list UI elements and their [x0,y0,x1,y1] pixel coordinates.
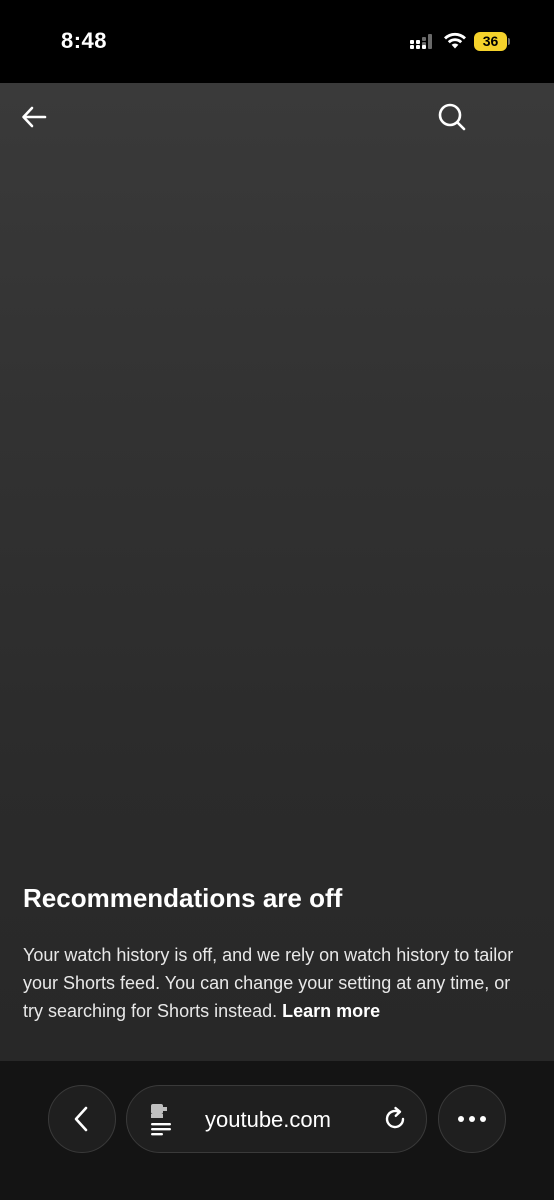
browser-toolbar: youtube.com [0,1061,554,1200]
battery-level: 36 [474,32,507,51]
recommendations-title: Recommendations are off [23,883,343,913]
browser-back-button[interactable] [48,1085,116,1153]
page-info-icon[interactable] [148,1102,174,1136]
address-bar[interactable]: youtube.com [126,1085,427,1153]
search-icon [438,103,466,131]
back-button[interactable] [10,93,58,141]
shorts-viewport: Recommendations are off Your watch histo… [0,83,554,1061]
recommendations-message: Your watch history is off, and we rely o… [23,941,533,1025]
more-icon [458,1116,486,1122]
reload-icon[interactable] [381,1105,409,1133]
status-time: 8:48 [61,28,108,53]
arrow-left-icon [22,106,47,128]
cellular-signal-icon [410,34,436,49]
more-options-button[interactable] [438,1085,506,1153]
status-bar: 8:48 36 [0,0,554,83]
learn-more-link[interactable]: Learn more [282,1001,380,1021]
chevron-left-icon [74,1106,88,1132]
search-button[interactable] [428,93,476,141]
wifi-icon [444,32,466,49]
battery-icon: 36 [474,32,510,51]
recommendations-body-text: Your watch history is off, and we rely o… [23,945,514,1021]
url-text: youtube.com [205,1107,331,1132]
